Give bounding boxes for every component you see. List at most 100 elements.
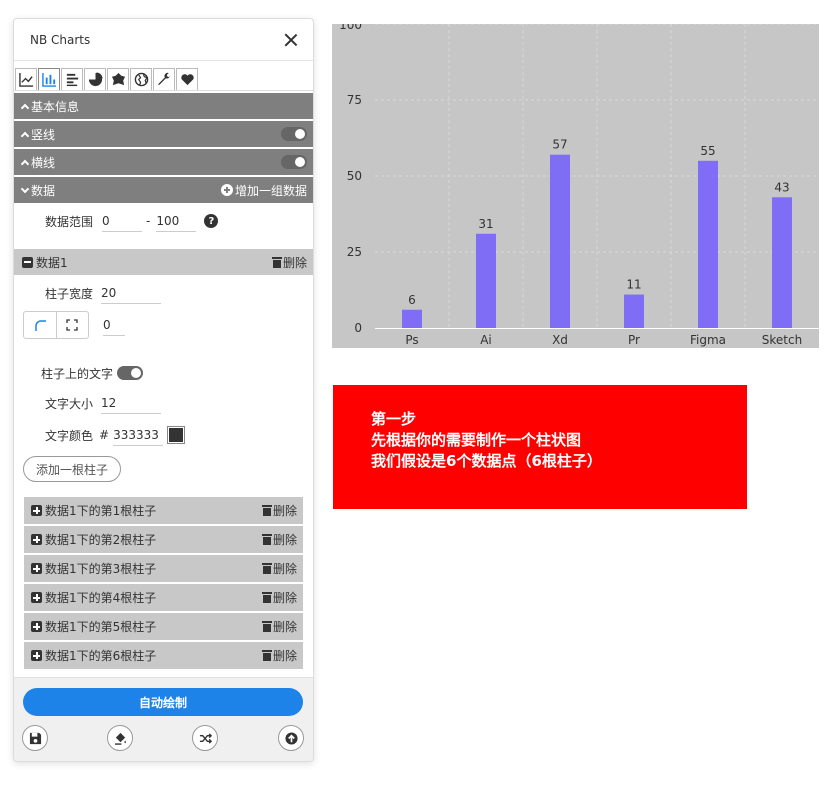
section-horizontal-line[interactable]: 横线 — [14, 149, 313, 175]
bar-width-label: 柱子宽度 — [45, 286, 94, 301]
panel-footer: 自动绘制 — [14, 677, 313, 761]
bar-text-toggle[interactable] — [117, 366, 144, 380]
rounded-corner-option[interactable] — [24, 312, 56, 338]
x-tick-label: Xd — [552, 333, 568, 347]
data-range-label: 数据范围 — [45, 214, 94, 229]
delete-dataset-button[interactable]: 删除 — [271, 254, 307, 271]
shuffle-button[interactable] — [192, 725, 218, 751]
delete-label: 删除 — [272, 591, 297, 605]
section-basic-info[interactable]: 基本信息 — [14, 93, 313, 119]
bar-width-input[interactable] — [101, 282, 162, 304]
chevron-up-icon — [20, 131, 30, 140]
delete-bar-button[interactable]: 删除 — [261, 589, 297, 606]
color-swatch[interactable] — [167, 426, 186, 444]
vertical-line-toggle[interactable] — [281, 127, 307, 141]
bar-value-label: 43 — [774, 180, 789, 194]
save-button[interactable] — [22, 725, 48, 751]
upload-button[interactable] — [278, 725, 304, 751]
section-data[interactable]: 数据 增加一组数据 — [14, 177, 313, 203]
tab-favorites[interactable] — [176, 68, 198, 90]
trash-icon — [261, 534, 272, 545]
dataset-header[interactable]: 数据1 删除 — [14, 249, 313, 275]
chart-type-tabs — [14, 61, 313, 91]
tab-horizontal-bar[interactable] — [61, 68, 83, 90]
tab-tools[interactable] — [153, 68, 175, 90]
dataset-name: 数据1 — [36, 255, 68, 270]
expand-option[interactable] — [55, 312, 89, 338]
chevron-up-icon — [20, 103, 30, 112]
line-chart-icon — [18, 72, 33, 87]
bar-radius-input[interactable] — [103, 314, 125, 336]
bar-radius-row — [14, 309, 313, 341]
corner-mode-toggle — [23, 311, 89, 339]
range-min-input[interactable] — [102, 210, 143, 232]
heart-icon — [180, 74, 194, 86]
tab-map[interactable] — [130, 68, 152, 90]
panel-title: NB Charts — [30, 32, 91, 47]
note-line-2: 先根据你的需要制作一个柱状图 — [371, 431, 582, 449]
delete-bar-button[interactable]: 删除 — [261, 531, 297, 548]
bar-list: 数据1下的第1根柱子 删除 数据1下的第2根柱子 删除 数据1下的第3根柱子 删… — [24, 497, 303, 669]
delete-bar-button[interactable]: 删除 — [261, 560, 297, 577]
range-max-input[interactable] — [156, 210, 197, 232]
expand-plus-icon — [31, 650, 42, 661]
tab-pie-chart[interactable] — [84, 68, 106, 90]
delete-label: 删除 — [272, 562, 297, 576]
font-size-label: 文字大小 — [45, 396, 94, 411]
bar-item-6[interactable]: 数据1下的第6根柱子 删除 — [24, 642, 303, 669]
pie-chart-icon — [88, 72, 103, 87]
x-tick-label: Figma — [690, 333, 726, 347]
hash-symbol: # — [99, 428, 110, 442]
chart-background — [332, 24, 819, 348]
trash-icon — [261, 650, 272, 661]
tab-bar-chart[interactable] — [38, 68, 60, 90]
x-tick-label: Sketch — [762, 333, 802, 347]
bar-text-row: 柱子上的文字 — [14, 359, 313, 387]
expand-plus-icon — [31, 563, 42, 574]
bar-item-5[interactable]: 数据1下的第5根柱子 删除 — [24, 613, 303, 640]
add-data-group-button[interactable]: 增加一组数据 — [220, 182, 307, 199]
chevron-up-icon — [20, 159, 30, 168]
font-size-input[interactable] — [101, 392, 162, 414]
delete-label: 删除 — [272, 649, 297, 663]
font-size-row: 文字大小 — [14, 387, 313, 419]
y-tick-label: 25 — [347, 245, 362, 259]
delete-label: 删除 — [282, 255, 307, 270]
text-color-input[interactable] — [113, 424, 164, 446]
globe-icon — [134, 72, 148, 87]
delete-label: 删除 — [272, 504, 297, 518]
bar — [624, 294, 644, 328]
trash-icon — [261, 563, 272, 574]
tab-line-chart[interactable] — [15, 68, 37, 90]
plus-circle-icon — [220, 184, 233, 196]
bar-item-label: 数据1下的第6根柱子 — [45, 649, 157, 663]
bar-item-1[interactable]: 数据1下的第1根柱子 删除 — [24, 497, 303, 524]
help-icon[interactable]: ? — [204, 214, 219, 228]
horizontal-bar-icon — [66, 73, 78, 87]
auto-draw-button[interactable]: 自动绘制 — [23, 688, 303, 716]
horizontal-line-toggle[interactable] — [281, 155, 307, 169]
range-separator: - — [146, 214, 151, 228]
x-tick-label: Pr — [628, 333, 640, 347]
close-icon[interactable] — [283, 32, 299, 48]
bar — [550, 154, 570, 328]
add-bar-button[interactable]: 添加一根柱子 — [23, 456, 122, 482]
expand-plus-icon — [31, 621, 42, 632]
tab-radar-chart[interactable] — [107, 68, 129, 90]
section-vertical-line[interactable]: 竖线 — [14, 121, 313, 147]
x-tick-label: Ai — [480, 333, 492, 347]
delete-bar-button[interactable]: 删除 — [261, 618, 297, 635]
paint-bucket-icon — [114, 732, 126, 745]
bar-width-row: 柱子宽度 — [14, 277, 313, 309]
bar-item-4[interactable]: 数据1下的第4根柱子 删除 — [24, 584, 303, 611]
bar-item-2[interactable]: 数据1下的第2根柱子 删除 — [24, 526, 303, 553]
delete-bar-button[interactable]: 删除 — [261, 502, 297, 519]
y-tick-label: 0 — [354, 321, 362, 335]
note-line-3: 我们假设是6个数据点（6根柱子） — [371, 452, 602, 470]
delete-label: 删除 — [272, 620, 297, 634]
bar — [698, 160, 718, 328]
fill-color-button[interactable] — [107, 725, 133, 751]
delete-bar-button[interactable]: 删除 — [261, 647, 297, 664]
bar-text-label: 柱子上的文字 — [41, 366, 114, 381]
bar-item-3[interactable]: 数据1下的第3根柱子 删除 — [24, 555, 303, 582]
